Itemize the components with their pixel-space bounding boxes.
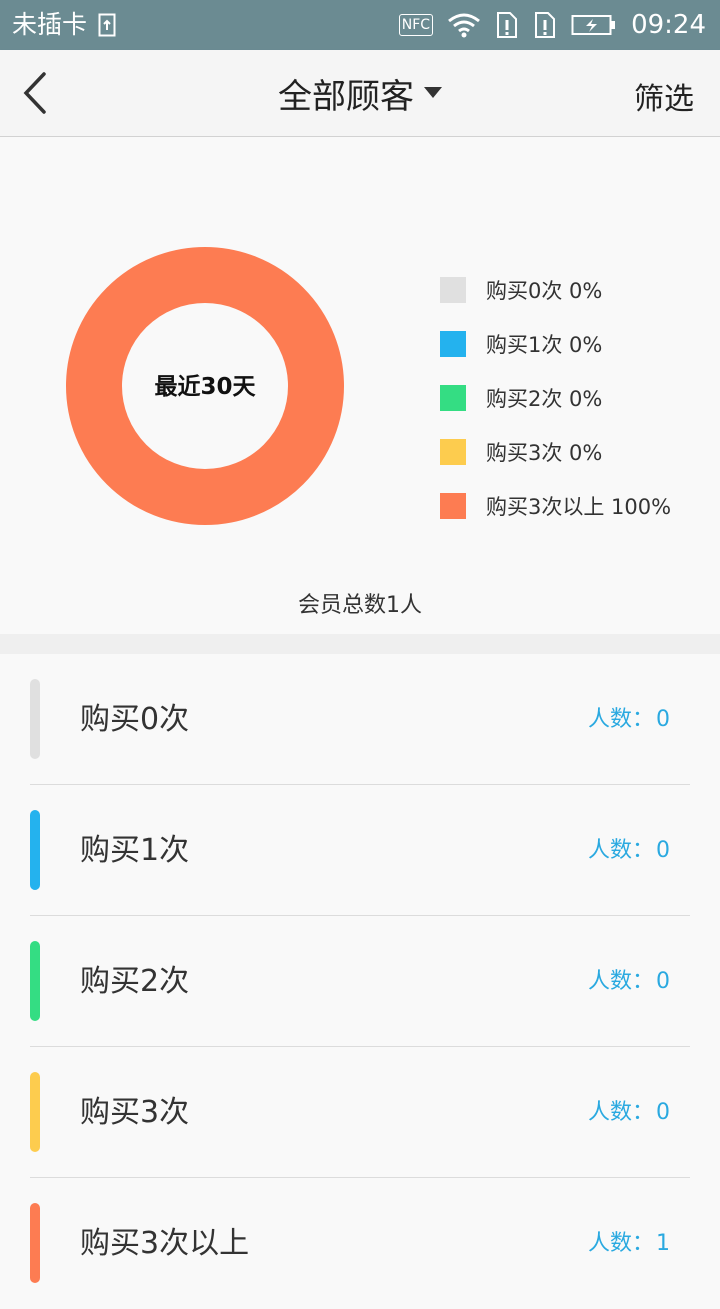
legend-swatch [440, 385, 466, 411]
legend-label: 购买3次 0% [486, 441, 603, 465]
list-item[interactable]: 购买3次 人数：0 [0, 1047, 720, 1178]
chart-center-label: 最近30天 [154, 374, 256, 400]
legend-label: 购买1次 0% [486, 333, 603, 357]
list-item[interactable]: 购买2次 人数：0 [0, 916, 720, 1047]
member-count: 人数：0 [588, 835, 670, 867]
member-count: 人数：0 [588, 1097, 670, 1129]
group-label: 购买3次以上 [80, 1226, 250, 1261]
member-count: 人数：0 [588, 966, 670, 998]
wifi-icon [448, 13, 480, 38]
count-prefix: 人数： [587, 1100, 654, 1125]
legend-label: 购买0次 0% [486, 279, 603, 303]
group-label: 购买2次 [80, 964, 190, 999]
list-item[interactable]: 购买3次以上 人数：1 [0, 1178, 720, 1309]
sim-alert-icon [497, 12, 518, 38]
legend-item: 购买3次以上 100% [440, 479, 671, 533]
purchase-group-list: 购买0次 人数：0 购买1次 人数：0 购买2次 人数：0 购买3次 人数：0 购买3次以上 人数… [0, 654, 720, 1309]
legend-swatch [440, 493, 466, 519]
color-indicator [30, 1072, 40, 1152]
customer-scope-dropdown[interactable]: 全部顾客 [0, 50, 720, 136]
section-divider [0, 634, 720, 654]
count-prefix: 人数： [587, 707, 654, 732]
member-count: 人数：1 [588, 1228, 670, 1260]
clock: 09:24 [631, 10, 706, 40]
battery-charging-icon [571, 15, 616, 35]
member-total: 会员总数1人 [298, 593, 422, 618]
app-header: 全部顾客 筛选 [0, 50, 720, 137]
count-prefix: 人数： [587, 969, 654, 994]
member-count: 人数：0 [588, 704, 670, 736]
legend-item: 购买1次 0% [440, 317, 671, 371]
color-indicator [30, 810, 40, 890]
count-value: 0 [656, 1100, 670, 1125]
count-value: 0 [656, 707, 670, 732]
legend-swatch [440, 439, 466, 465]
filter-button[interactable]: 筛选 [634, 74, 694, 118]
sim-alert-icon-2 [535, 12, 556, 38]
group-label: 购买0次 [80, 702, 190, 737]
count-value: 0 [656, 969, 670, 994]
group-label: 购买1次 [80, 833, 190, 868]
legend-label: 购买2次 0% [486, 387, 603, 411]
color-indicator [30, 1203, 40, 1283]
legend-label: 购买3次以上 100% [486, 495, 672, 519]
list-item[interactable]: 购买0次 人数：0 [0, 654, 720, 785]
legend-item: 购买0次 0% [440, 263, 671, 317]
count-prefix: 人数： [587, 1231, 654, 1256]
legend-swatch [440, 277, 466, 303]
count-value: 0 [656, 838, 670, 863]
color-indicator [30, 941, 40, 1021]
caret-down-icon[interactable] [424, 87, 442, 99]
purchase-frequency-chart: 最近30天 购买0次 0% 购买1次 0% 购买2次 0% 购买3次 0% 购买3次以上… [0, 137, 720, 634]
color-indicator [30, 679, 40, 759]
list-item[interactable]: 购买1次 人数：0 [0, 785, 720, 916]
legend-item: 购买3次 0% [440, 425, 671, 479]
status-bar: 未插卡 NFC 09:24 [0, 0, 720, 50]
group-label: 购买3次 [80, 1095, 190, 1130]
legend-swatch [440, 331, 466, 357]
sim-upload-icon [98, 13, 116, 37]
chart-legend: 购买0次 0% 购买1次 0% 购买2次 0% 购买3次 0% 购买3次以上 100% [440, 263, 671, 533]
legend-item: 购买2次 0% [440, 371, 671, 425]
page-title[interactable]: 全部顾客 [278, 69, 414, 118]
count-value: 1 [656, 1231, 670, 1256]
carrier-label: 未插卡 [12, 10, 88, 39]
nfc-icon: NFC [398, 14, 434, 36]
count-prefix: 人数： [587, 838, 654, 863]
